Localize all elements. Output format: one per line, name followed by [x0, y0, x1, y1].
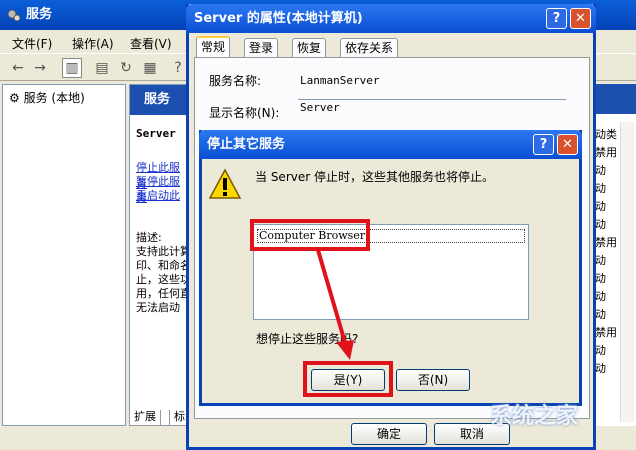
back-arrow-icon[interactable]: ←: [8, 58, 28, 78]
no-button[interactable]: 否(N): [396, 369, 470, 391]
stop-help-icon[interactable]: ?: [533, 134, 554, 155]
tab-general[interactable]: 常规: [196, 36, 231, 58]
refresh-icon[interactable]: ↻: [116, 58, 136, 78]
properties-icon[interactable]: ▤: [92, 58, 112, 78]
stop-message: 当 Server 停止时，这些其他服务也将停止。: [255, 170, 494, 184]
tab-logon[interactable]: 登录: [244, 38, 279, 58]
tree-item-services-local[interactable]: ⚙ 服务 (本地): [9, 89, 85, 106]
menu-view[interactable]: 查看(V): [130, 35, 172, 52]
show-tree-icon[interactable]: ▥: [62, 58, 82, 78]
startup-type-header[interactable]: 动类: [595, 126, 617, 142]
list-cell: 动: [595, 272, 606, 285]
warning-icon: [208, 168, 242, 199]
tab-extended[interactable]: 扩展: [129, 410, 161, 426]
list-cell: 禁用: [595, 236, 617, 249]
services-gear-icon: [7, 9, 21, 22]
stop-dialog-title: 停止其它服务: [207, 137, 286, 152]
list-header-bar: [593, 84, 636, 114]
list-cell: 禁用: [595, 326, 617, 339]
highlight-box-yes: [303, 361, 393, 397]
list-cell: 动: [595, 344, 606, 357]
detail-header-label: 服务: [144, 92, 171, 107]
view-tabs: 扩展 标: [129, 410, 191, 426]
list-cell: 禁用: [595, 146, 617, 159]
tab-dependencies[interactable]: 依存关系: [340, 38, 399, 58]
menu-action[interactable]: 操作(A): [72, 35, 114, 52]
tab-recovery[interactable]: 恢复: [292, 38, 327, 58]
list-cell: 动: [595, 308, 606, 321]
stop-dialog-titlebar: 停止其它服务 ? ✕: [199, 130, 582, 159]
menu-file[interactable]: 文件(F): [12, 35, 52, 52]
description-line: 无法启动: [136, 301, 180, 314]
vertical-scrollbar[interactable]: [620, 122, 634, 422]
service-name-label: 服务名称:: [209, 74, 262, 88]
display-name-value: Server: [300, 101, 340, 114]
properties-tabs: 常规 登录 恢复 依存关系: [194, 36, 590, 58]
export-list-icon[interactable]: ▦: [140, 58, 160, 78]
help-icon[interactable]: ?: [168, 58, 188, 78]
detail-header: 服务: [130, 85, 188, 115]
properties-help-icon[interactable]: ?: [546, 8, 567, 29]
list-cell: 动: [595, 290, 606, 303]
service-name-value: LanmanServer: [300, 74, 380, 87]
list-cell: 动: [595, 254, 606, 267]
properties-title: Server 的属性(本地计算机): [194, 11, 363, 26]
list-cell: 动: [595, 200, 606, 213]
properties-titlebar: Server 的属性(本地计算机) ? ✕: [186, 4, 596, 33]
display-name-label: 显示名称(N):: [209, 106, 280, 120]
forward-arrow-icon[interactable]: →: [30, 58, 50, 78]
list-cell: 动: [595, 362, 606, 375]
display-name-field[interactable]: Server: [298, 99, 566, 119]
detail-pane: 服务 Server 停止此服务 暂停此服务 重启动此 描述: 支持此计算 印、和…: [129, 84, 189, 426]
restart-service-link[interactable]: 重启动此: [136, 187, 180, 203]
list-cell: 动: [595, 164, 606, 177]
tree-pane: ⚙ 服务 (本地): [2, 84, 126, 426]
red-arrow-icon: [316, 249, 354, 360]
tree-gear-icon: ⚙: [9, 91, 20, 105]
ok-button[interactable]: 确定: [351, 423, 427, 445]
detail-service-name: Server: [136, 127, 176, 140]
services-title: 服务: [26, 7, 53, 22]
list-cell: 动: [595, 218, 606, 231]
stop-close-icon[interactable]: ✕: [557, 134, 578, 155]
watermark: 系统之家: [490, 404, 579, 429]
tree-item-label: 服务 (本地): [23, 91, 85, 105]
list-cell: 动: [595, 182, 606, 195]
highlight-box-service: [250, 219, 370, 251]
properties-close-icon[interactable]: ✕: [570, 8, 591, 29]
